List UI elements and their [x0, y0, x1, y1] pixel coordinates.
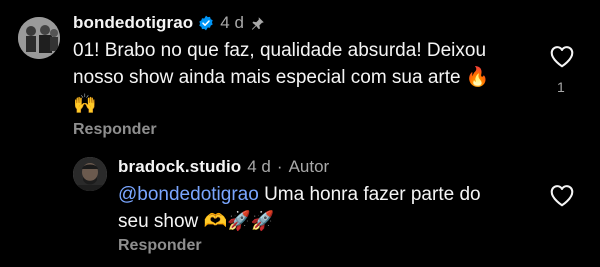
heart-icon[interactable]: [549, 183, 575, 207]
comment-header: bondedotigrao 4 d: [73, 12, 265, 34]
username[interactable]: bondedotigrao: [73, 13, 193, 33]
reply-button[interactable]: Responder: [118, 237, 202, 255]
comment-header: bradock.studio 4 d · Autor: [118, 156, 329, 178]
avatar-image: [73, 157, 107, 191]
comment-text-line: 🙌: [73, 93, 97, 115]
mention-link[interactable]: @bondedotigrao: [118, 184, 259, 205]
timestamp: 4 d: [220, 13, 244, 32]
comment-text-line: @bondedotigrao Uma honra fazer parte do: [118, 181, 481, 208]
comment-text-rest: Uma honra fazer parte do: [258, 184, 481, 205]
avatar[interactable]: [73, 157, 107, 191]
comment-text-line: 01! Brabo no que faz, qualidade absurda!…: [73, 40, 487, 61]
avatar-image: [18, 17, 60, 59]
comment-text-line: seu show 🫶🚀🚀: [118, 211, 275, 232]
reply-button[interactable]: Responder: [73, 121, 157, 139]
separator: ·: [276, 157, 283, 176]
username[interactable]: bradock.studio: [118, 157, 241, 177]
timestamp: 4 d: [247, 157, 271, 176]
comment-text: @bondedotigrao Uma honra fazer parte do …: [118, 181, 481, 235]
like-count: 1: [557, 79, 565, 95]
comment-text: 01! Brabo no que faz, qualidade absurda!…: [73, 37, 490, 118]
pin-icon: [251, 16, 264, 30]
verified-badge-icon: [199, 15, 213, 31]
avatar[interactable]: [18, 17, 60, 59]
author-label: Autor: [288, 157, 330, 176]
heart-icon[interactable]: [549, 44, 575, 68]
comment-text-line: nosso show ainda mais especial com sua a…: [73, 67, 490, 88]
